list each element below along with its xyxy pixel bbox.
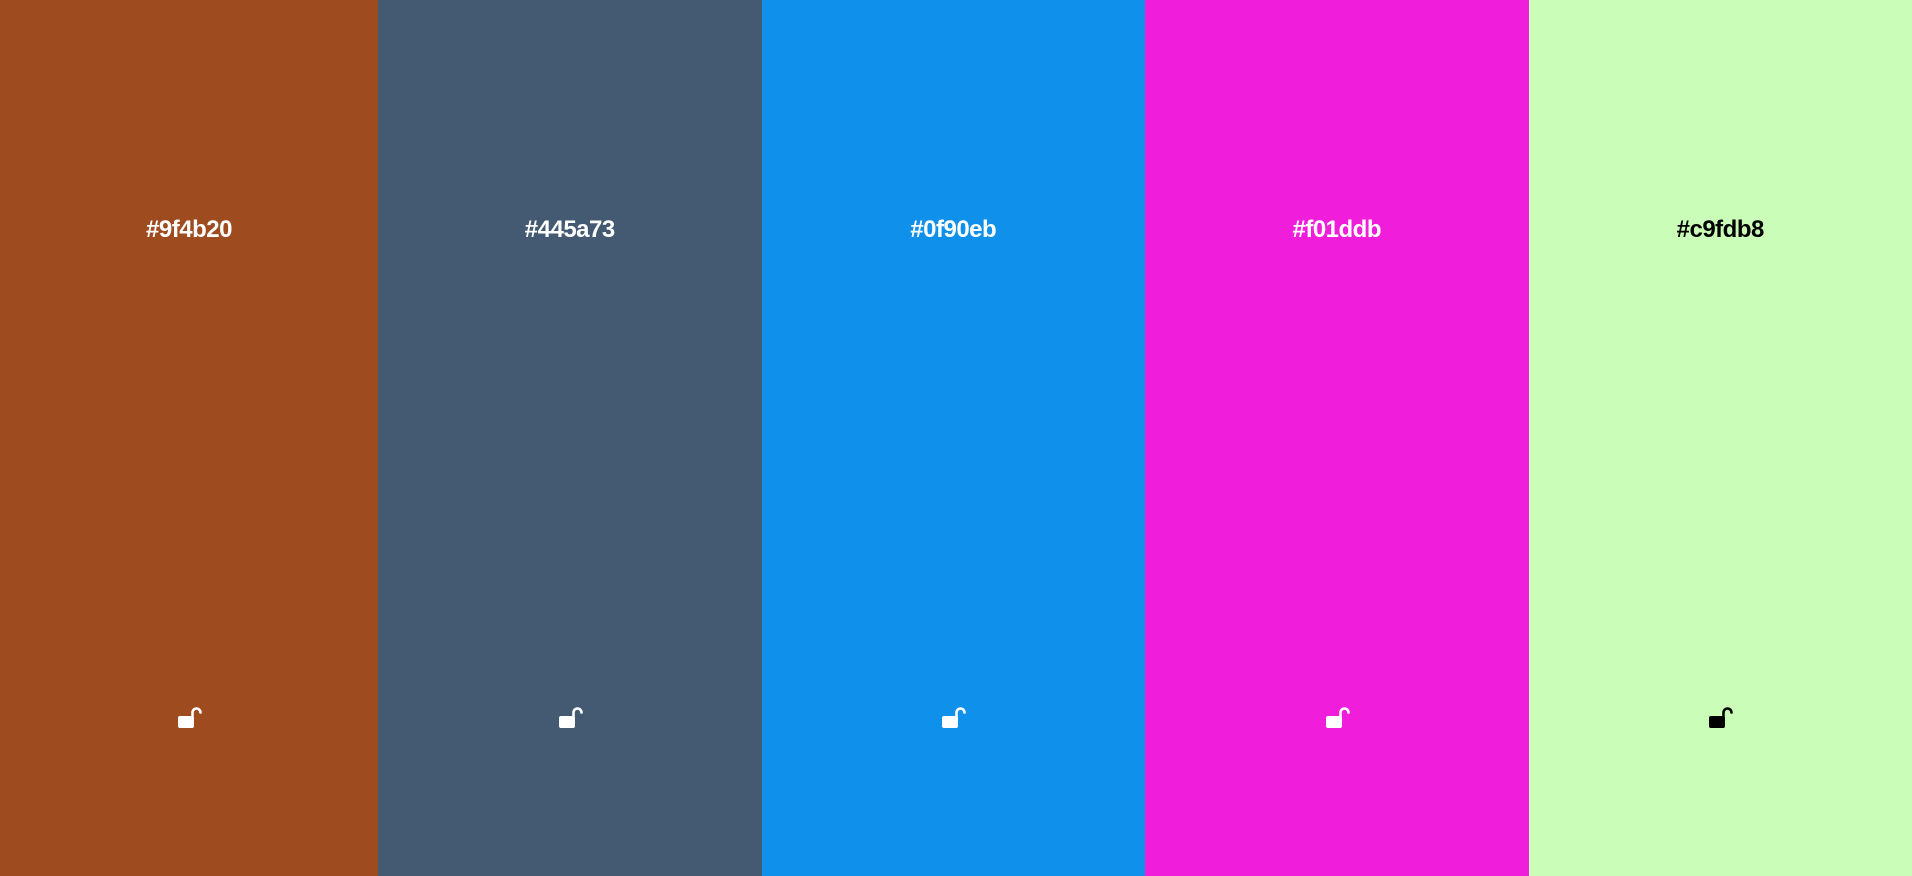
color-palette: #9f4b20 #445a73 #0f90eb #f01ddb #c9fdb8 [0, 0, 1912, 876]
hex-code-label[interactable]: #0f90eb [762, 216, 1146, 244]
unlocked-padlock-icon [1325, 707, 1350, 728]
unlocked-padlock-icon [558, 707, 583, 728]
color-swatch-2[interactable]: #445a73 [378, 0, 762, 876]
unlocked-padlock-icon [178, 707, 202, 728]
unlocked-padlock-icon [942, 707, 967, 728]
hex-code-label[interactable]: #9f4b20 [0, 216, 378, 244]
lock-toggle-button[interactable] [935, 700, 971, 736]
lock-toggle-button[interactable] [552, 700, 588, 736]
color-swatch-4[interactable]: #f01ddb [1145, 0, 1529, 876]
color-swatch-5[interactable]: #c9fdb8 [1528, 0, 1912, 876]
lock-toggle-button[interactable] [171, 700, 207, 736]
lock-toggle-button[interactable] [1702, 700, 1738, 736]
lock-toggle-button[interactable] [1319, 700, 1355, 736]
hex-code-label[interactable]: #c9fdb8 [1529, 216, 1912, 244]
unlocked-padlock-icon [1709, 707, 1734, 728]
hex-code-label[interactable]: #f01ddb [1145, 216, 1529, 244]
hex-code-label[interactable]: #445a73 [378, 216, 762, 244]
color-swatch-3[interactable]: #0f90eb [761, 0, 1146, 876]
color-swatch-1[interactable]: #9f4b20 [0, 0, 378, 876]
